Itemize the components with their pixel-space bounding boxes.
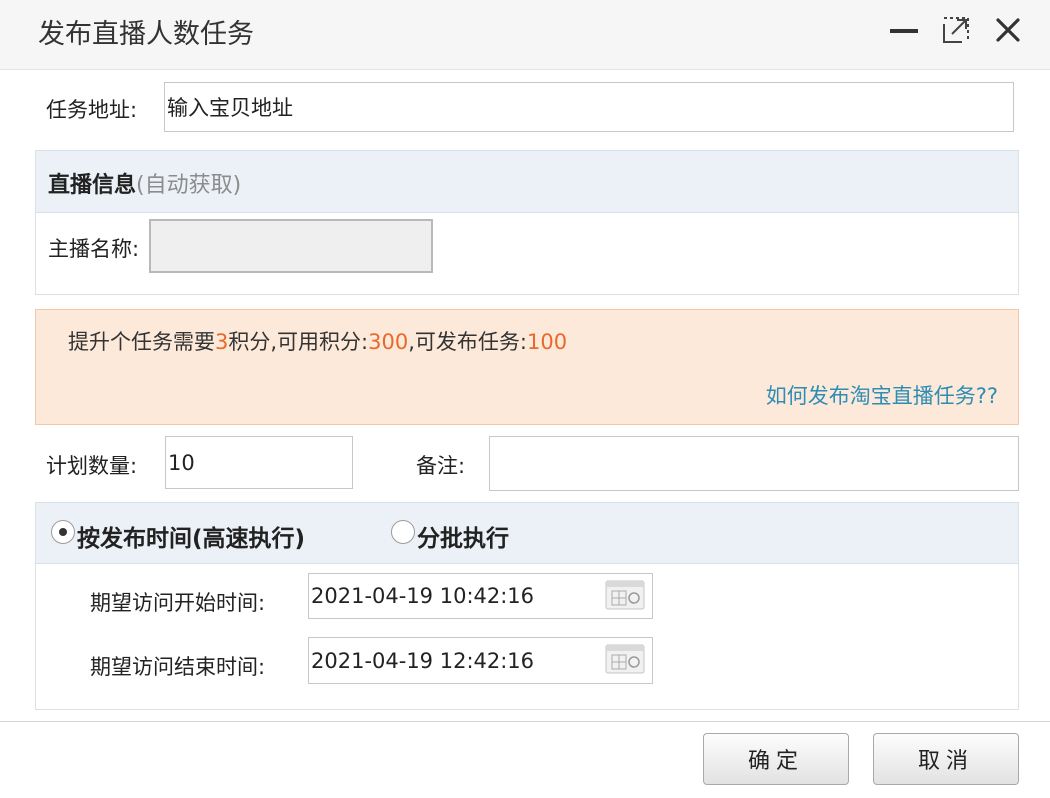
radio-batch[interactable] (391, 520, 415, 544)
radio-publish-time[interactable] (51, 520, 75, 544)
dialog-titlebar: 发布直播人数任务 (0, 0, 1050, 70)
cancel-button[interactable]: 取消 (873, 733, 1019, 785)
points-notice-text: 提升个任务需要3积分,可用积分:300,可发布任务:100 (68, 326, 567, 356)
close-icon[interactable] (990, 12, 1026, 48)
confirm-button[interactable]: 确定 (703, 733, 849, 785)
schedule-mode-header: 按发布时间(高速执行) 分批执行 (36, 503, 1018, 564)
available-tasks: 100 (526, 330, 568, 354)
calendar-icon[interactable] (605, 580, 645, 610)
schedule-panel: 按发布时间(高速执行) 分批执行 期望访问开始时间: 期望访问结束时间: (35, 502, 1019, 710)
plan-quantity-label: 计划数量: (46, 454, 138, 478)
notice-mid1: 积分,可用积分: (228, 330, 369, 354)
live-info-title-text: 直播信息 (48, 173, 137, 198)
end-time-input[interactable] (308, 637, 653, 684)
live-info-header: 直播信息(自动获取) (36, 151, 1018, 213)
radio-batch-label[interactable]: 分批执行 (417, 519, 509, 553)
end-time-label: 期望访问结束时间: (90, 655, 266, 679)
task-address-label: 任务地址: (46, 98, 138, 122)
calendar-icon[interactable] (605, 644, 645, 674)
end-time-field (308, 637, 653, 684)
start-time-input[interactable] (308, 573, 653, 619)
plan-quantity-input[interactable] (165, 436, 353, 489)
footer-divider (0, 721, 1050, 722)
remark-label: 备注: (416, 454, 466, 478)
anchor-name-label: 主播名称: (48, 237, 140, 261)
anchor-name-field (149, 219, 433, 273)
start-time-field (308, 573, 653, 619)
notice-prefix: 提升个任务需要 (68, 330, 215, 354)
task-cost: 3 (215, 330, 229, 354)
help-link[interactable]: 如何发布淘宝直播任务?? (766, 380, 998, 410)
points-notice: 提升个任务需要3积分,可用积分:300,可发布任务:100 如何发布淘宝直播任务… (35, 309, 1019, 425)
notice-mid2: ,可发布任务: (408, 330, 527, 354)
maximize-icon[interactable] (938, 12, 974, 48)
live-info-title: 直播信息(自动获取) (48, 167, 241, 199)
task-address-input[interactable] (164, 82, 1014, 132)
dialog-title: 发布直播人数任务 (38, 19, 254, 50)
live-info-subtitle: (自动获取) (136, 173, 242, 198)
available-points: 300 (368, 330, 409, 354)
radio-publish-time-label[interactable]: 按发布时间(高速执行) (77, 519, 305, 553)
minimize-icon[interactable] (886, 12, 922, 48)
remark-input[interactable] (489, 436, 1019, 491)
live-info-panel: 直播信息(自动获取) 主播名称: (35, 150, 1019, 295)
start-time-label: 期望访问开始时间: (90, 591, 266, 615)
